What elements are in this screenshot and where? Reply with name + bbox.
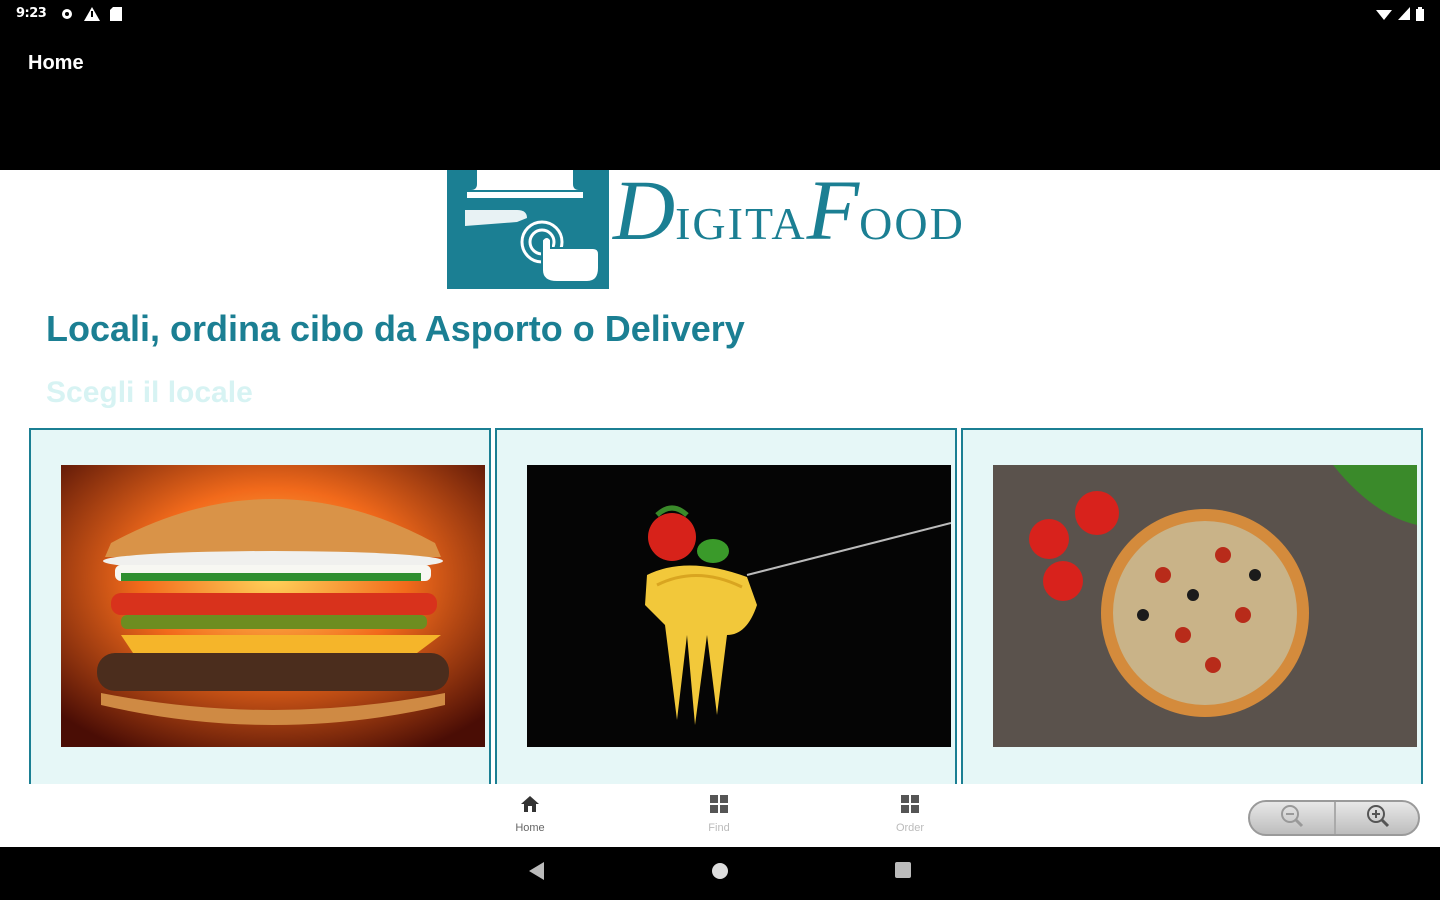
tab-home[interactable]: Home [490,794,570,834]
grid-icon [900,795,920,818]
status-bar: 9:23 [0,0,1440,30]
digitafood-logo: DIGITAFOOD [447,170,963,289]
tab-order-label: Order [895,822,925,834]
home-button[interactable] [710,861,730,885]
restaurant-cards [29,428,1423,784]
home-icon [520,796,540,818]
back-icon [529,862,544,880]
headline: Locali, ordina cibo da Asporto o Deliver… [46,308,745,349]
pizza-image[interactable] [993,465,1417,747]
pasta-image[interactable] [527,465,951,747]
burger-image[interactable] [61,465,485,747]
signal-icon [1398,6,1410,25]
zoom-in-icon [1365,803,1391,833]
recents-button[interactable] [894,861,912,883]
main-content: DIGITAFOOD Locali, ordina cibo da Asport… [0,170,1440,784]
zoom-out-icon [1279,803,1305,833]
battery-icon [1416,6,1424,25]
circle-icon [712,863,728,879]
zoom-control [1248,800,1420,836]
zoom-in-button[interactable] [1336,802,1418,834]
tab-find[interactable]: Find [679,794,759,834]
sd-card-icon [110,6,122,25]
system-navigation-bar [0,847,1440,900]
page-title: Home [28,52,84,74]
wifi-icon [1376,6,1392,25]
gear-icon [60,6,74,25]
restaurant-card-pasta[interactable] [495,428,957,784]
warning-icon [84,6,100,25]
back-button[interactable] [528,861,546,885]
logo-mark [447,170,609,289]
restaurant-card-pizza[interactable] [961,428,1423,784]
app-bar: Home [0,30,1440,170]
zoom-out-button[interactable] [1250,802,1334,834]
restaurant-card-burger[interactable] [29,428,491,784]
status-time: 9:23 [16,6,47,21]
bottom-navigation: Home Find Order [0,784,1440,847]
square-icon [895,862,911,878]
logo-wordmark: DIGITAFOOD [613,170,965,258]
subheadline: Scegli il locale [46,376,253,409]
tab-home-label: Home [515,822,545,834]
tab-find-label: Find [708,822,730,834]
grid-icon [709,795,729,818]
tab-order[interactable]: Order [870,794,950,834]
